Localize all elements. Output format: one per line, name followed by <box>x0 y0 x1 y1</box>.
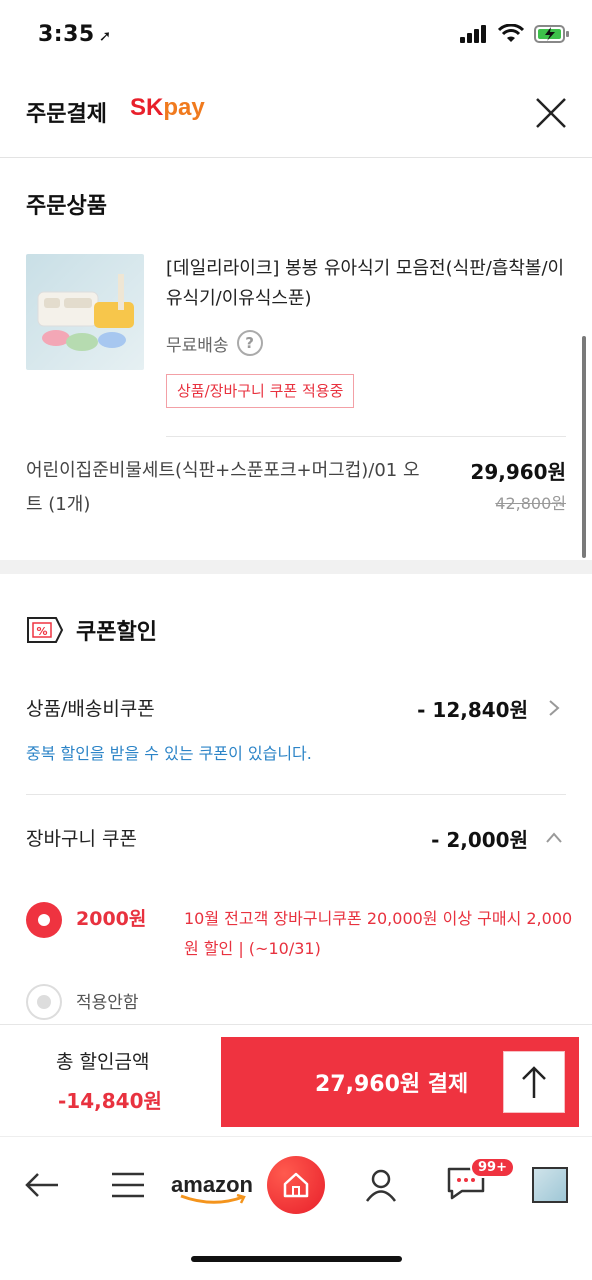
arrow-up-icon <box>522 1066 546 1098</box>
coupon-option-description[interactable]: 10월 전고객 장바구니쿠폰 20,000원 이상 구매시 2,000원 할인 … <box>184 904 574 964</box>
divider <box>26 794 566 795</box>
svg-text:%: % <box>36 625 47 638</box>
home-button[interactable] <box>266 1156 326 1214</box>
coupon-applied-badge: 상품/장바구니 쿠폰 적용중 <box>166 374 355 408</box>
page-title: 주문결제 <box>26 102 107 127</box>
section-title-products: 주문상품 <box>26 194 107 219</box>
status-indicators <box>460 24 570 44</box>
product-price: 29,960원 <box>470 460 566 484</box>
recent-item-button[interactable] <box>530 1161 570 1209</box>
help-icon[interactable]: ? <box>236 330 263 356</box>
recent-item-thumbnail <box>532 1167 568 1203</box>
cart-coupon-label[interactable]: 장바구니 쿠폰 <box>26 824 137 851</box>
total-discount-label: 총 할인금액 <box>56 1051 150 1073</box>
coupon-option-amount[interactable]: 2000원 <box>76 904 146 931</box>
menu-button[interactable] <box>108 1161 148 1209</box>
chat-wrapper: 99+ <box>446 1157 515 1205</box>
menu-icon <box>112 1172 144 1198</box>
amazon-smile-icon <box>180 1194 246 1204</box>
coupon-icon: % <box>27 617 64 643</box>
amazon-button[interactable]: amazon <box>168 1161 256 1209</box>
home-icon <box>283 1172 309 1198</box>
pay-button-label: 27,960원 결제 <box>315 1072 469 1097</box>
total-discount-value: -14,840원 <box>58 1089 162 1113</box>
duplicate-coupon-note[interactable]: 중복 할인을 받을 수 있는 쿠폰이 있습니다. <box>26 740 312 764</box>
product-option: 어린이집준비물세트(식판+스푼포크+머그컵)/01 오트 (1개) <box>26 460 420 515</box>
status-bar: 3:35 ➚ <box>0 0 592 74</box>
home-circle <box>267 1156 325 1214</box>
wifi-icon <box>498 24 524 42</box>
my-page-button[interactable] <box>360 1161 402 1209</box>
chat-button[interactable]: 99+ <box>444 1157 515 1209</box>
header: 주문결제 SKpay <box>0 74 592 158</box>
product-coupon-label[interactable]: 상품/배송비쿠폰 <box>26 694 155 721</box>
location-arrow-icon: ➚ <box>98 27 112 45</box>
product-image[interactable] <box>26 254 144 370</box>
scrollbar[interactable] <box>582 336 586 558</box>
product-original-price: 42,800원 <box>495 494 566 513</box>
free-shipping-label: 무료배송 <box>166 335 229 356</box>
cart-coupon-value[interactable]: - 2,000원 <box>431 824 528 853</box>
chevron-right-icon[interactable] <box>546 700 562 716</box>
user-icon <box>365 1169 397 1202</box>
divider <box>166 436 566 437</box>
product-coupon-value[interactable]: - 12,840원 <box>417 694 528 723</box>
home-indicator <box>191 1256 402 1262</box>
notification-badge: 99+ <box>470 1157 515 1178</box>
logo-sk: SK <box>130 94 164 121</box>
free-shipping: 무료배송 ? <box>166 330 263 356</box>
amazon-logo: amazon <box>171 1172 253 1204</box>
coupon-radio-none[interactable] <box>26 984 62 1020</box>
section-title-coupons: 쿠폰할인 <box>76 620 157 645</box>
chevron-up-icon[interactable] <box>546 830 562 846</box>
battery-charging-icon <box>534 25 569 43</box>
back-button[interactable] <box>22 1161 62 1209</box>
arrow-left-icon <box>25 1173 58 1197</box>
close-icon[interactable] <box>534 96 568 130</box>
checkout-footer: 총 할인금액 -14,840원 27,960원 결제 <box>0 1024 592 1136</box>
product-photo <box>37 274 134 351</box>
bottom-nav: amazon 99+ <box>0 1136 592 1236</box>
coupon-radio-selected[interactable] <box>26 902 62 938</box>
signal-icon <box>460 25 486 43</box>
coupon-option-none-label[interactable]: 적용안함 <box>76 988 139 1013</box>
logo-pay: pay <box>163 94 205 121</box>
product-name[interactable]: [데일리라이크] 봉봉 유아식기 모음전(식판/흡착볼/이유식기/이유식스푼) <box>166 254 566 314</box>
skpay-logo: SKpay <box>130 94 205 122</box>
scroll-top-button[interactable] <box>503 1051 565 1113</box>
section-separator <box>0 560 592 574</box>
pay-button[interactable]: 27,960원 결제 <box>221 1037 579 1127</box>
status-time: 3:35 ➚ <box>38 22 112 47</box>
